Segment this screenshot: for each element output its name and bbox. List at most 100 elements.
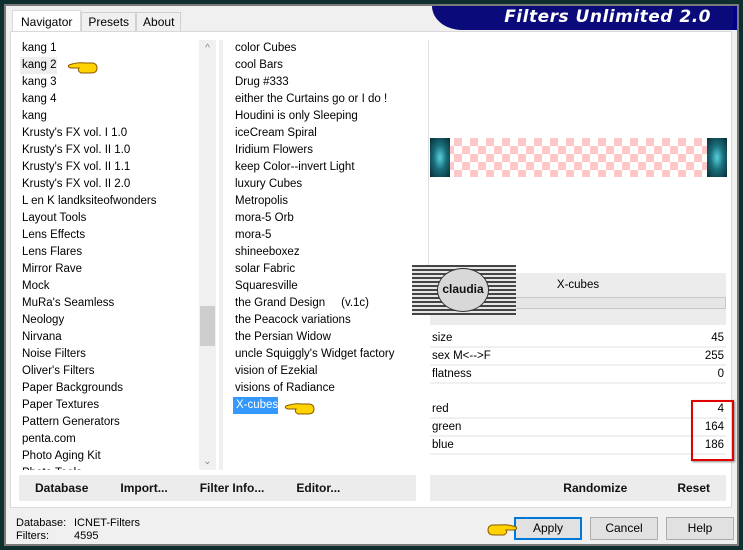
filter-info-button[interactable]: Filter Info... (184, 481, 281, 495)
help-button[interactable]: Help (666, 517, 734, 540)
scroll-thumb[interactable] (200, 306, 215, 346)
reset-button[interactable]: Reset (661, 481, 726, 495)
status-area: Database: ICNET-Filters Filters: 4595 (16, 517, 140, 543)
filter-item[interactable]: cool Bars (230, 57, 415, 74)
category-item[interactable]: Photo Aging Kit (20, 448, 195, 465)
category-scrollbar[interactable]: ^ ⌄ (199, 40, 216, 470)
category-item[interactable]: Nirvana (20, 329, 195, 346)
parameter-value: 45 (711, 332, 724, 344)
panel-divider (219, 40, 223, 470)
title-strip (733, 6, 737, 30)
parameter-label: red (432, 403, 449, 415)
parameter-label: blue (432, 439, 454, 451)
category-item[interactable]: Paper Backgrounds (20, 380, 195, 397)
parameter-label: flatness (432, 368, 472, 380)
preview-image (430, 138, 727, 177)
color-parameter-sliders: red 4 green 164 blue 186 (430, 401, 726, 455)
category-item[interactable]: Layout Tools (20, 210, 195, 227)
category-item[interactable]: Lens Effects (20, 227, 195, 244)
preview-cap-left (430, 138, 450, 177)
category-item[interactable]: kang (20, 108, 195, 125)
category-item[interactable]: Pattern Generators (20, 414, 195, 431)
category-item[interactable]: Mock (20, 278, 195, 295)
filter-item[interactable]: Metropolis (230, 193, 415, 210)
scroll-up-icon[interactable]: ^ (199, 40, 216, 57)
filter-item[interactable]: either the Curtains go or I do ! (230, 91, 415, 108)
tab-about[interactable]: About (136, 12, 182, 32)
apply-button[interactable]: Apply (514, 517, 582, 540)
parameter-slider[interactable]: red 4 (430, 401, 726, 419)
app-title: Filters Unlimited 2.0 (504, 7, 711, 27)
watermark-text: claudia (437, 268, 489, 312)
category-item[interactable]: Neology (20, 312, 195, 329)
import-button[interactable]: Import... (104, 481, 183, 495)
database-label: Database: (16, 517, 67, 529)
filter-item[interactable]: Houdini is only Sleeping (230, 108, 415, 125)
category-item[interactable]: kang 1 (20, 40, 195, 57)
tab-bar: Navigator Presets About (12, 10, 182, 32)
scroll-down-icon[interactable]: ⌄ (199, 453, 216, 470)
category-item[interactable]: Lens Flares (20, 244, 195, 261)
filter-item[interactable]: the Persian Widow (230, 329, 415, 346)
parameter-button-bar: Randomize Reset (430, 475, 726, 501)
category-item[interactable]: L en K landksiteofwonders (20, 193, 195, 210)
filter-item[interactable]: uncle Squiggly's Widget factory (230, 346, 415, 363)
category-item[interactable]: MuRa's Seamless (20, 295, 195, 312)
filter-item[interactable]: the Grand Design (v.1c) (230, 295, 415, 312)
filter-item[interactable]: iceCream Spiral (230, 125, 415, 142)
filter-item[interactable]: X-cubes (232, 396, 279, 415)
parameter-slider[interactable]: blue 186 (430, 437, 726, 455)
filter-item[interactable]: vision of Ezekial (230, 363, 415, 380)
filter-item[interactable]: keep Color--invert Light (230, 159, 415, 176)
parameter-value: 255 (704, 350, 724, 362)
pointing-hand-icon (284, 403, 315, 415)
database-value: ICNET-Filters (74, 517, 140, 529)
cancel-button[interactable]: Cancel (590, 517, 658, 540)
parameter-value: 0 (717, 368, 724, 380)
category-list[interactable]: kang 1 kang 2 kang 3 kang 4 kang Krusty's FX … (20, 40, 195, 470)
parameter-label: size (432, 332, 453, 344)
highlight-box (691, 400, 734, 461)
title-banner: Filters Unlimited 2.0 (432, 6, 737, 30)
editor-button[interactable]: Editor... (280, 481, 356, 495)
pointing-hand-icon (487, 524, 518, 536)
preview-cap-right (707, 138, 727, 177)
filter-item[interactable]: visions of Radiance (230, 380, 415, 397)
category-item[interactable]: Photo Tools (20, 465, 195, 470)
parameter-slider[interactable]: size 45 (430, 330, 726, 348)
category-item[interactable]: Krusty's FX vol. II 1.0 (20, 142, 195, 159)
category-item[interactable]: Oliver's Filters (20, 363, 195, 380)
filter-item[interactable]: shineeboxez (230, 244, 415, 261)
filter-item[interactable]: Drug #333 (230, 74, 415, 91)
category-item[interactable]: Mirror Rave (20, 261, 195, 278)
category-item[interactable]: Krusty's FX vol. I 1.0 (20, 125, 195, 142)
category-item[interactable]: kang 3 (20, 74, 195, 91)
parameter-label: sex M<-->F (432, 350, 491, 362)
category-item[interactable]: Noise Filters (20, 346, 195, 363)
parameter-slider[interactable]: sex M<-->F 255 (430, 348, 726, 366)
parameter-slider[interactable]: green 164 (430, 419, 726, 437)
category-item[interactable]: kang 4 (20, 91, 195, 108)
category-item[interactable]: Paper Textures (20, 397, 195, 414)
filters-label: Filters: (16, 530, 49, 542)
randomize-button[interactable]: Randomize (547, 481, 661, 495)
tab-navigator[interactable]: Navigator (12, 10, 82, 32)
category-item[interactable]: Krusty's FX vol. II 2.0 (20, 176, 195, 193)
filter-item[interactable]: mora-5 (230, 227, 415, 244)
filter-item[interactable]: luxury Cubes (230, 176, 415, 193)
pointing-hand-icon (67, 62, 98, 74)
filter-item[interactable]: Iridium Flowers (230, 142, 415, 159)
database-button[interactable]: Database (19, 481, 104, 495)
filter-item[interactable]: the Peacock variations (230, 312, 415, 329)
filter-item[interactable]: solar Fabric (230, 261, 415, 278)
filter-item[interactable]: color Cubes (230, 40, 415, 57)
category-item[interactable]: kang 2 (20, 57, 57, 74)
filter-list[interactable]: color Cubes cool Bars Drug #333 either the … (230, 40, 415, 470)
category-item[interactable]: Krusty's FX vol. II 1.1 (20, 159, 195, 176)
parameter-slider[interactable]: flatness 0 (430, 366, 726, 384)
filter-item[interactable]: mora-5 Orb (230, 210, 415, 227)
tab-presets[interactable]: Presets (81, 12, 137, 32)
watermark-logo: claudia (412, 265, 516, 315)
category-item[interactable]: penta.com (20, 431, 195, 448)
filter-item[interactable]: Squaresville (230, 278, 415, 295)
